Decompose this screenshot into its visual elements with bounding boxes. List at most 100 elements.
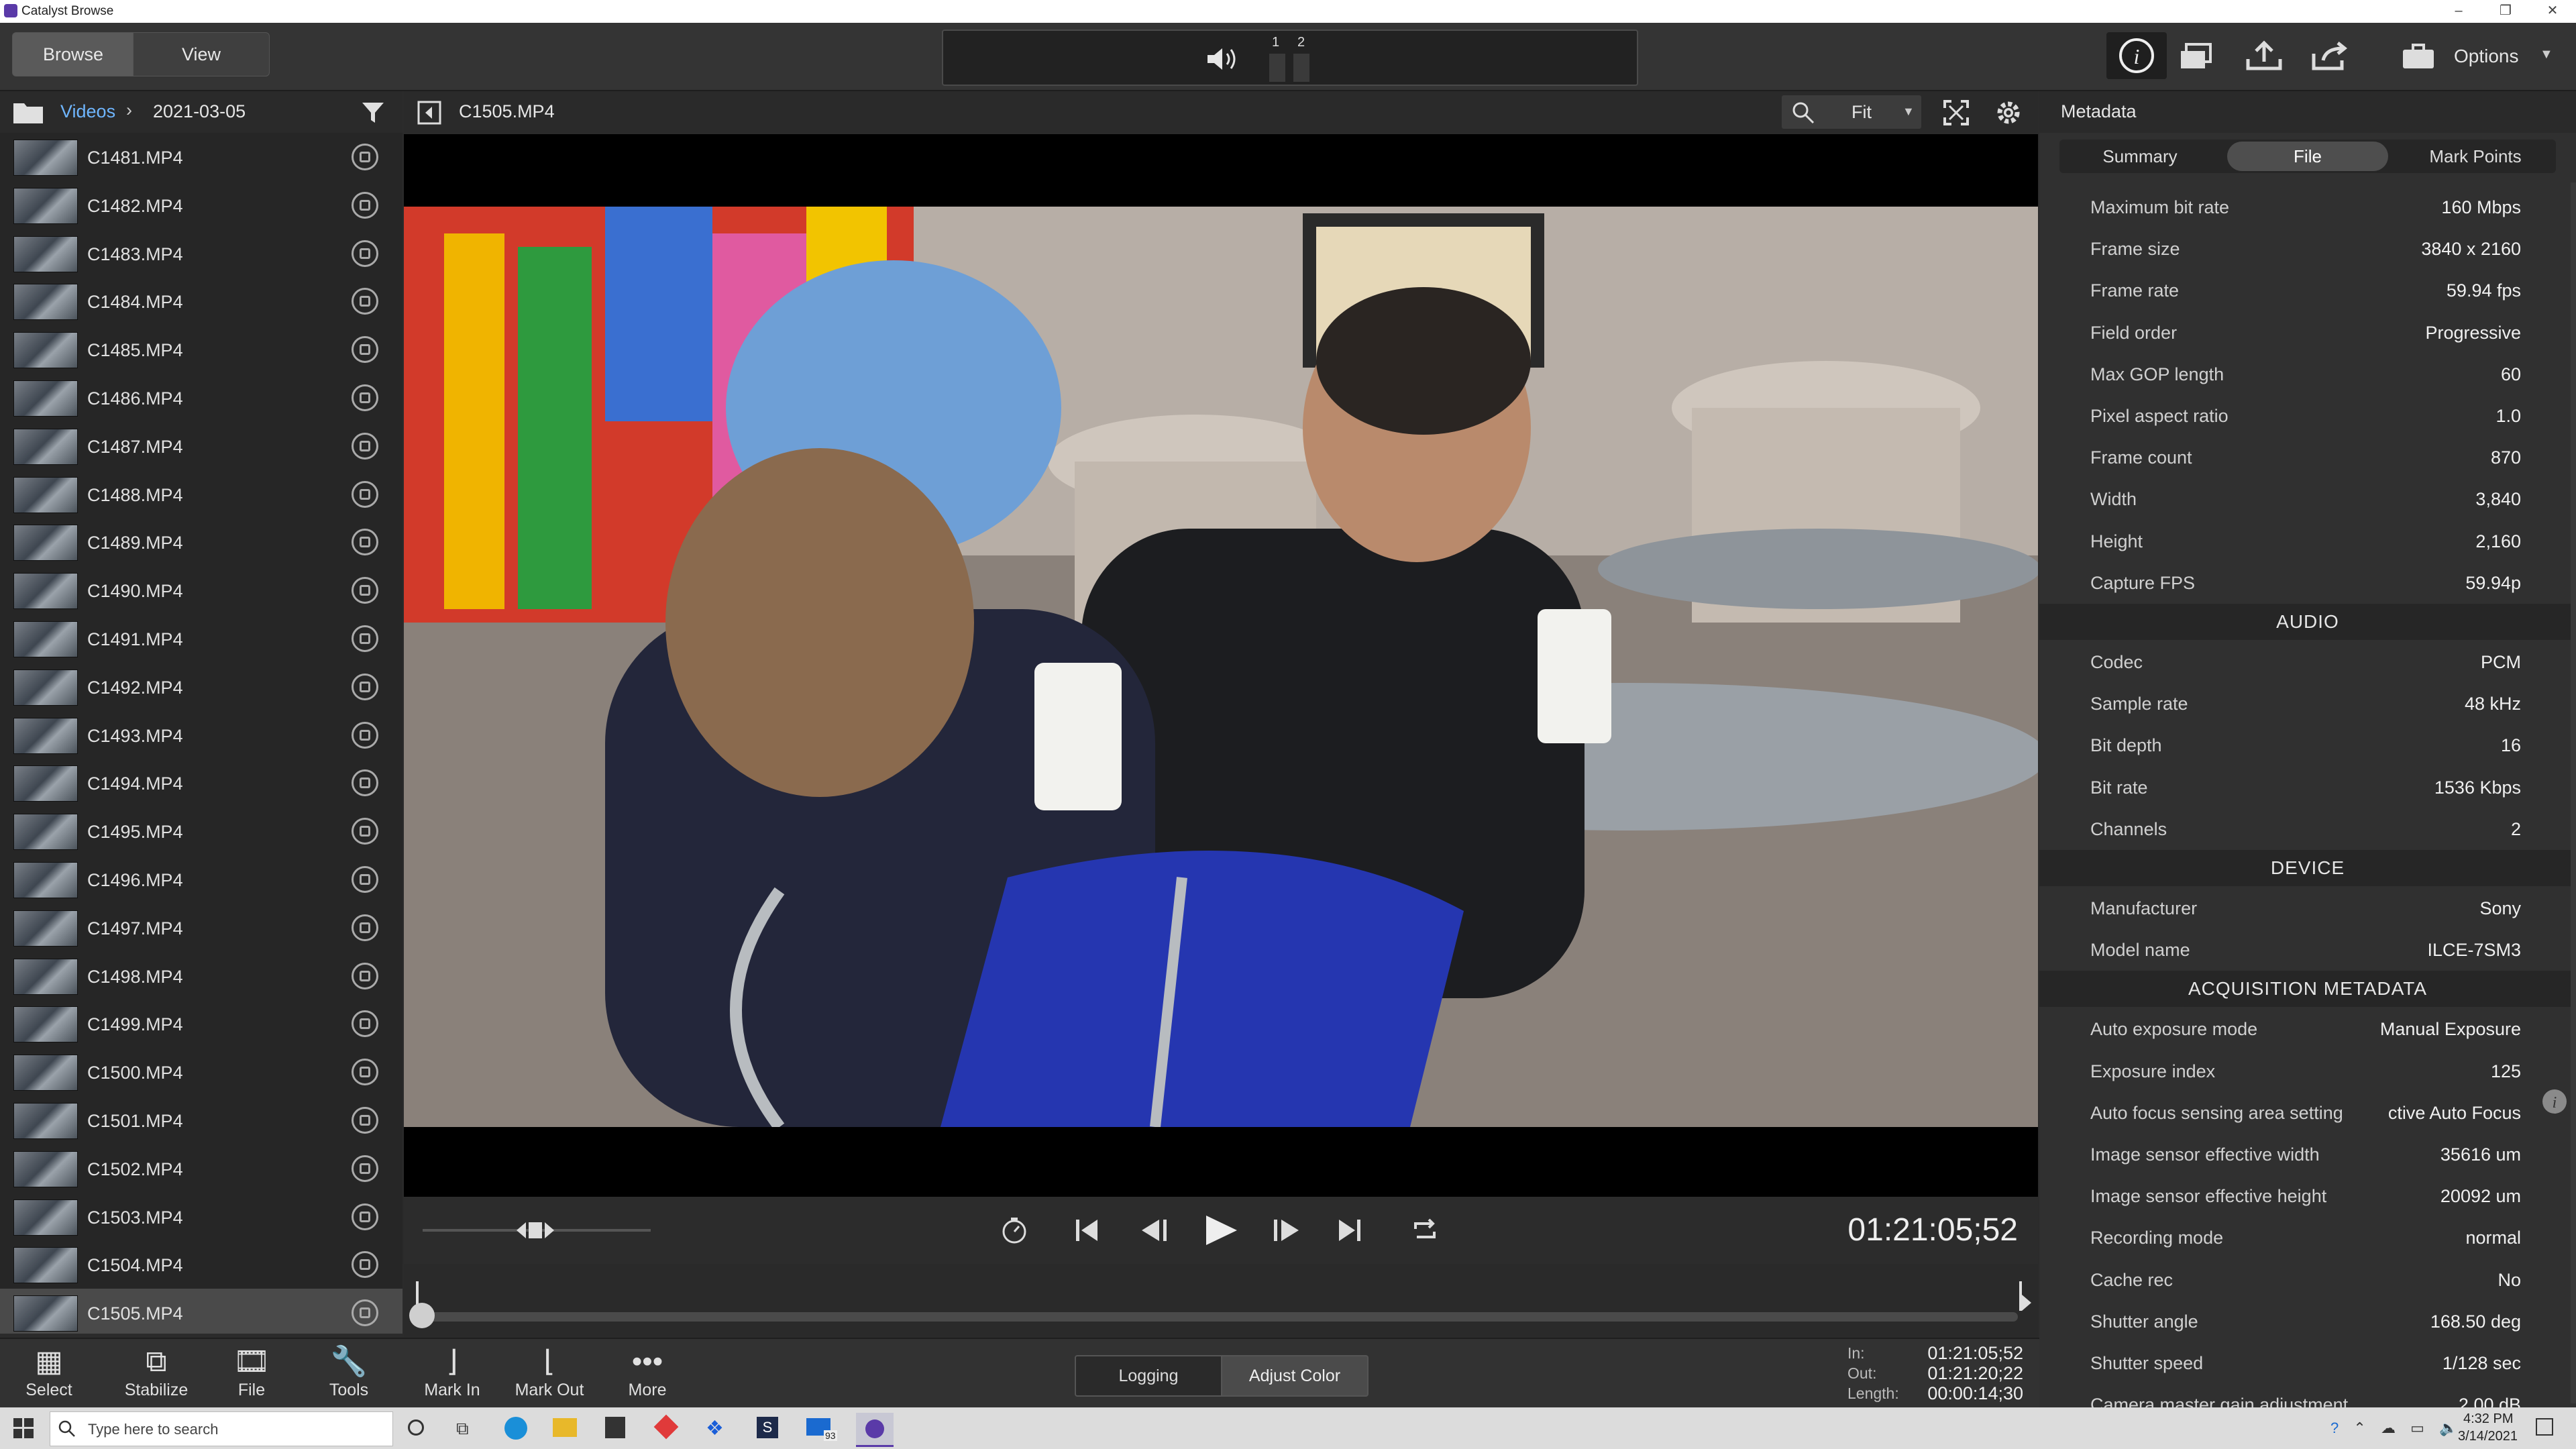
more-button[interactable]: ••• More [617,1343,678,1400]
cortana-icon[interactable] [408,1419,424,1436]
clip-list-item[interactable]: C1495.MP4 [0,807,402,855]
close-icon[interactable]: ✕ [2529,0,2576,23]
export-button[interactable] [2241,35,2288,78]
filter-icon[interactable] [361,101,385,125]
clip-copy-status-icon[interactable] [352,529,378,555]
task-view-icon[interactable]: ⧉ [456,1418,469,1440]
breadcrumb-date[interactable]: 2021-03-05 [153,101,246,122]
info-tooltip-icon[interactable]: i [2541,1088,2568,1115]
share-button[interactable] [2308,35,2355,78]
clip-thumbnail[interactable] [13,718,78,754]
clip-copy-status-icon[interactable] [352,481,378,508]
step-back-icon[interactable] [1136,1217,1171,1244]
taskbar-time[interactable]: 4:32 PM [2463,1411,2513,1427]
clip-thumbnail[interactable] [13,140,78,176]
copy-clips-button[interactable] [2174,35,2220,78]
clip-list-item[interactable]: C1503.MP4 [0,1193,402,1241]
clip-list-item[interactable]: C1484.MP4 [0,277,402,325]
zoom-value[interactable]: Fit [1851,102,1872,123]
clip-copy-status-icon[interactable] [352,769,378,796]
clip-thumbnail[interactable] [13,765,78,802]
select-button[interactable]: ▦ Select [19,1343,79,1400]
stabilize-button[interactable]: ⧉ Stabilize [113,1343,200,1400]
clip-thumbnail[interactable] [13,1055,78,1091]
clip-copy-status-icon[interactable] [352,144,378,170]
fullscreen-icon[interactable] [1943,99,1970,126]
clip-copy-status-icon[interactable] [352,433,378,460]
dropbox-icon[interactable]: ❖ [706,1417,724,1440]
clip-thumbnail[interactable] [13,862,78,898]
clip-copy-status-icon[interactable] [352,674,378,700]
clip-thumbnail[interactable] [13,188,78,224]
play-icon[interactable] [1202,1213,1240,1248]
clip-list-item[interactable]: C1490.MP4 [0,566,402,614]
clip-list-item[interactable]: C1489.MP4 [0,518,402,566]
logging-tab[interactable]: Logging [1075,1355,1222,1397]
windows-start-icon[interactable] [13,1418,34,1438]
clip-thumbnail[interactable] [13,959,78,995]
edge-icon[interactable] [504,1417,527,1440]
clip-copy-status-icon[interactable] [352,818,378,845]
clip-copy-status-icon[interactable] [352,384,378,411]
clip-list-item[interactable]: C1482.MP4 [0,181,402,229]
notifications-icon[interactable] [2536,1418,2553,1436]
clip-list-item[interactable]: C1492.MP4 [0,663,402,711]
go-to-end-icon[interactable] [1336,1217,1363,1244]
clip-list-item[interactable]: C1499.MP4 [0,1000,402,1048]
clip-copy-status-icon[interactable] [352,963,378,989]
clip-thumbnail[interactable] [13,525,78,561]
clip-copy-status-icon[interactable] [352,914,378,941]
help-tray-icon[interactable]: ? [2330,1419,2344,1436]
clip-copy-status-icon[interactable] [352,288,378,315]
clip-thumbnail[interactable] [13,573,78,609]
clip-thumbnail[interactable] [13,1151,78,1187]
taskbar-date[interactable]: 3/14/2021 [2458,1429,2518,1444]
clip-copy-status-icon[interactable] [352,240,378,267]
app-diamond-icon[interactable] [653,1414,679,1440]
timeline-track[interactable] [421,1312,2018,1322]
app-s-icon[interactable]: S [757,1417,778,1438]
folder-icon[interactable] [12,101,44,125]
info-button[interactable]: i [2106,32,2167,79]
step-forward-icon[interactable] [1269,1217,1304,1244]
catalyst-taskbar-icon[interactable] [856,1413,894,1447]
file-explorer-icon[interactable] [553,1418,577,1437]
onedrive-icon[interactable]: ☁ [2381,1419,2401,1436]
clip-copy-status-icon[interactable] [352,1203,378,1230]
adjust-color-tab[interactable]: Adjust Color [1221,1355,1368,1397]
options-briefcase-icon[interactable] [2395,35,2442,78]
clip-list-item[interactable]: C1501.MP4 [0,1096,402,1144]
clip-thumbnail[interactable] [13,1295,78,1332]
clip-copy-status-icon[interactable] [352,722,378,749]
breadcrumb-videos[interactable]: Videos [60,101,115,122]
clip-copy-status-icon[interactable] [352,577,378,604]
view-button[interactable]: View [133,32,270,76]
speaker-icon[interactable] [1206,46,1241,72]
clip-copy-status-icon[interactable] [352,1059,378,1085]
options-button[interactable]: Options [2454,46,2519,67]
clip-copy-status-icon[interactable] [352,1010,378,1037]
go-to-start-icon[interactable] [1073,1217,1100,1244]
clip-copy-status-icon[interactable] [352,1107,378,1134]
mark-out-button[interactable]: ⌊ Mark Out [513,1343,586,1400]
timer-icon[interactable] [1000,1216,1029,1245]
clip-thumbnail[interactable] [13,380,78,417]
store-icon[interactable] [605,1417,625,1438]
tray-chevron-icon[interactable]: ⌃ [2353,1419,2371,1436]
clip-thumbnail[interactable] [13,910,78,947]
clip-copy-status-icon[interactable] [352,1299,378,1326]
clip-list-item[interactable]: C1483.MP4 [0,229,402,278]
file-menu-button[interactable]: 🎞 File [221,1343,282,1400]
network-icon[interactable]: ▭ [2410,1419,2430,1436]
zoom-dropdown-icon[interactable]: ▼ [1902,105,1915,119]
timeline[interactable] [404,1264,2038,1338]
clip-thumbnail[interactable] [13,429,78,465]
clip-thumbnail[interactable] [13,236,78,272]
clip-thumbnail[interactable] [13,477,78,513]
clip-copy-status-icon[interactable] [352,192,378,219]
clip-list-item[interactable]: C1494.MP4 [0,759,402,807]
tab-mark-points[interactable]: Mark Points [2395,140,2556,173]
clip-thumbnail[interactable] [13,1199,78,1236]
clip-thumbnail[interactable] [13,814,78,850]
taskbar-search-box[interactable]: Type here to search [50,1411,393,1446]
